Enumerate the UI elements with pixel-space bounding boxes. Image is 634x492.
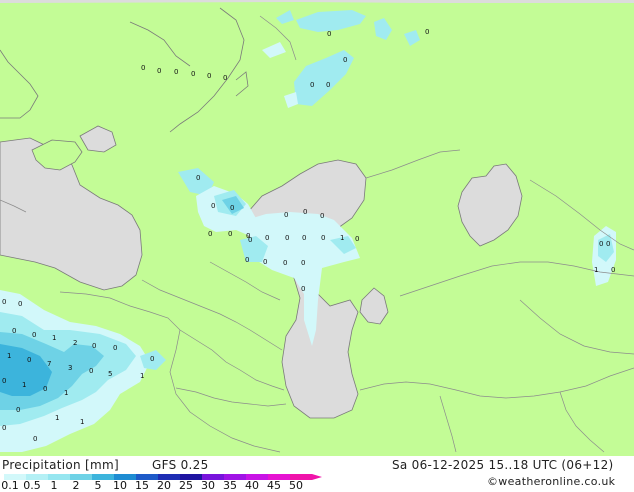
point-value: 0 (606, 240, 610, 248)
point-value: 0 (207, 72, 211, 80)
point-value: 0 (157, 67, 161, 75)
point-value: 0 (174, 68, 178, 76)
credit: ©weatheronline.co.uk (487, 475, 616, 488)
point-value: 0 (141, 64, 145, 72)
point-value: 0 (32, 331, 36, 339)
point-value: 0 (2, 424, 6, 432)
point-value: 1 (64, 389, 68, 397)
point-value: 0 (310, 81, 314, 89)
point-value: 0 (326, 81, 330, 89)
point-value: 1 (340, 234, 344, 242)
point-value: 3 (68, 364, 72, 372)
point-value: 1 (7, 352, 11, 360)
point-value: 0 (263, 258, 267, 266)
point-value: 0 (89, 367, 93, 375)
point-value: 0 (27, 356, 31, 364)
point-value: 0 (285, 234, 289, 242)
point-value: 0 (301, 285, 305, 293)
point-value: 0 (228, 230, 232, 238)
point-value: 1 (22, 381, 26, 389)
point-value: 0 (302, 234, 306, 242)
point-value: 0 (196, 174, 200, 182)
point-value: 0 (33, 435, 37, 443)
point-value: 0 (18, 300, 22, 308)
point-value: 0 (248, 236, 252, 244)
point-value: 0 (12, 327, 16, 335)
point-value: 0 (301, 259, 305, 267)
precipitation-map: 0 0 0 0 0 0 0 0 0 0 0 0 0 0 0 0 0 0 0 0 … (0, 0, 634, 456)
product-title: Precipitation [mm] (2, 458, 119, 472)
point-value: 1 (80, 418, 84, 426)
point-value: 0 (2, 377, 6, 385)
point-value: 0 (208, 230, 212, 238)
point-value: 0 (355, 235, 359, 243)
point-value: 7 (47, 360, 51, 368)
point-value: 0 (43, 385, 47, 393)
point-value: 1 (594, 266, 598, 274)
point-value: 1 (55, 414, 59, 422)
point-value: 0 (611, 266, 615, 274)
valid-time: Sa 06-12-2025 15..18 UTC (06+12) (392, 458, 614, 472)
point-value: 0 (92, 342, 96, 350)
point-value: 0 (327, 30, 331, 38)
point-value: 0 (245, 256, 249, 264)
point-value: 0 (223, 74, 227, 82)
point-value: 0 (343, 56, 347, 64)
point-value: 0 (265, 234, 269, 242)
point-value: 1 (52, 334, 56, 342)
point-value: 0 (150, 355, 154, 363)
point-value: 0 (320, 212, 324, 220)
point-value: 0 (2, 298, 6, 306)
point-value: 1 (140, 372, 144, 380)
point-value: 5 (108, 370, 112, 378)
point-value: 0 (425, 28, 429, 36)
point-value: 0 (230, 204, 234, 212)
point-value: 0 (321, 234, 325, 242)
point-value: 0 (283, 259, 287, 267)
point-value: 0 (211, 202, 215, 210)
point-value: 0 (599, 240, 603, 248)
point-value: 0 (303, 208, 307, 216)
point-value: 0 (16, 406, 20, 414)
color-scale-arrow (312, 474, 322, 480)
point-value: 2 (73, 339, 77, 347)
point-value: 0 (113, 344, 117, 352)
point-value: 0 (284, 211, 288, 219)
model-name: GFS 0.25 (152, 458, 209, 472)
point-value: 0 (191, 70, 195, 78)
